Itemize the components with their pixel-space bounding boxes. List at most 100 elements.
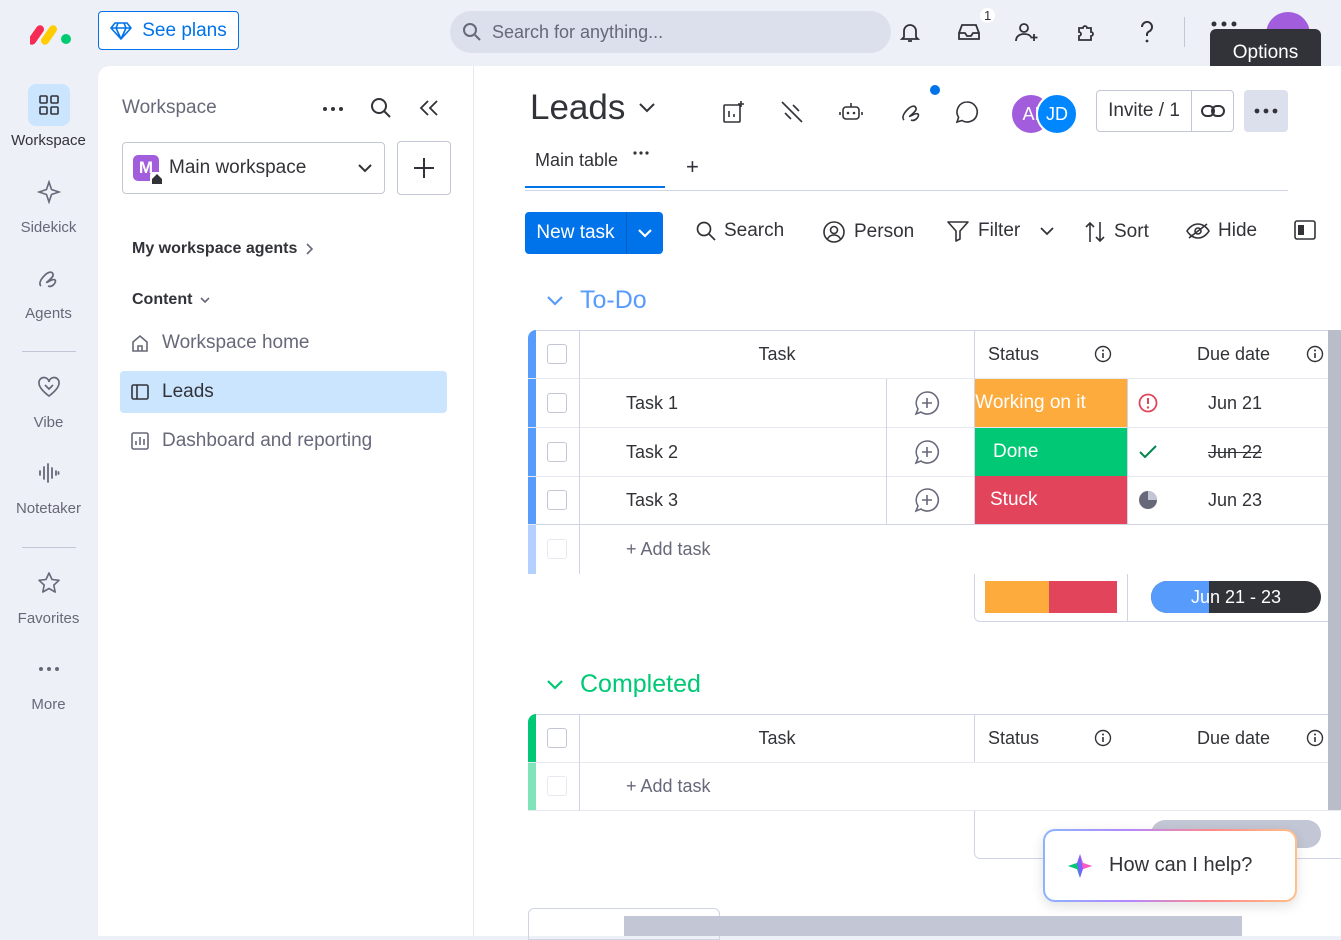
chat-bubble-icon[interactable]: [952, 97, 982, 127]
row-checkbox[interactable]: [547, 428, 569, 476]
row-checkbox[interactable]: [547, 476, 569, 524]
add-update-icon[interactable]: [914, 428, 944, 476]
board-title[interactable]: Leads: [530, 88, 656, 128]
content-section-label: Content: [132, 291, 193, 308]
bell-icon[interactable]: [896, 18, 924, 46]
table-row[interactable]: Task 1 Working on it Jun 21: [528, 379, 1341, 428]
column-header-status[interactable]: Status: [988, 714, 1098, 762]
puzzle-icon[interactable]: [1073, 18, 1101, 46]
due-date[interactable]: Jun 22: [1208, 428, 1298, 476]
options-button[interactable]: [1244, 90, 1288, 132]
table-row[interactable]: Task 2 Done Jun 22: [528, 428, 1341, 477]
ai-board-icon[interactable]: [719, 97, 749, 127]
add-task-input[interactable]: + Add task: [626, 762, 926, 810]
status-cell[interactable]: Working on it: [974, 379, 1127, 427]
add-task-row[interactable]: + Add task: [528, 525, 1341, 573]
content-section-toggle[interactable]: Content: [132, 291, 211, 309]
group-header-completed[interactable]: Completed: [546, 670, 701, 699]
add-item-button[interactable]: [397, 141, 451, 195]
status-summary-working[interactable]: [985, 581, 1049, 613]
chevron-down-icon[interactable]: [627, 212, 663, 254]
info-icon[interactable]: [1094, 330, 1124, 378]
monday-logo[interactable]: [30, 18, 74, 48]
due-date[interactable]: Jun 23: [1208, 476, 1298, 524]
assistant-prompt[interactable]: How can I help?: [1043, 829, 1297, 902]
nav-item-dashboard[interactable]: Dashboard and reporting: [120, 420, 447, 462]
group-header-todo[interactable]: To-Do: [546, 286, 647, 315]
chevron-down-icon[interactable]: [546, 295, 564, 307]
nav-item-workspace-home[interactable]: Workspace home: [120, 322, 447, 364]
column-header-task[interactable]: Task: [580, 714, 974, 762]
tab-main-table[interactable]: Main table: [525, 150, 665, 188]
toolbar-layout-button[interactable]: [1294, 220, 1316, 240]
row-checkbox[interactable]: [547, 379, 569, 427]
status-label: Working on it: [975, 392, 1086, 413]
status-cell[interactable]: Stuck: [974, 476, 1127, 524]
horizontal-scrollbar[interactable]: [624, 916, 1242, 936]
add-update-icon[interactable]: [914, 476, 944, 524]
add-view-button[interactable]: +: [686, 154, 699, 180]
table-row[interactable]: Task 3 Stuck Jun 23: [528, 476, 1341, 525]
add-update-icon[interactable]: [914, 379, 944, 427]
rail-item-favorites[interactable]: Favorites: [0, 562, 97, 627]
timeline-range-label: Jun 21 - 23: [1190, 586, 1282, 607]
toolbar-search-button[interactable]: Search: [696, 220, 784, 242]
rail-item-agents[interactable]: Agents: [0, 257, 97, 322]
chevron-down-icon[interactable]: [1040, 226, 1054, 236]
invite-members-icon[interactable]: [1013, 18, 1041, 46]
add-task-input[interactable]: + Add task: [626, 525, 926, 573]
chevron-down-icon[interactable]: [546, 679, 564, 691]
invite-label: Invite / 1: [1097, 91, 1192, 131]
automation-robot-icon[interactable]: [836, 97, 866, 127]
task-name[interactable]: Task 3: [626, 476, 876, 524]
rail-label-workspace: Workspace: [11, 132, 86, 149]
global-search-placeholder: Search for anything...: [492, 21, 664, 42]
toolbar-hide-button[interactable]: Hide: [1186, 220, 1257, 242]
agents-board-icon[interactable]: [896, 97, 926, 127]
select-all-checkbox[interactable]: [547, 330, 569, 378]
add-task-row[interactable]: + Add task: [528, 762, 1341, 811]
filter-icon: [946, 220, 970, 242]
topbar-divider: [1184, 17, 1185, 47]
see-plans-button[interactable]: See plans: [98, 11, 239, 50]
status-cell[interactable]: Done: [974, 428, 1127, 476]
nav-item-leads[interactable]: Leads: [120, 371, 447, 413]
toolbar-person-button[interactable]: Person: [822, 220, 914, 244]
status-summary-stuck[interactable]: [1049, 581, 1117, 613]
invite-button[interactable]: Invite / 1: [1096, 90, 1234, 132]
select-all-checkbox[interactable]: [547, 714, 569, 762]
task-name[interactable]: Task 2: [626, 428, 876, 476]
column-header-task[interactable]: Task: [580, 330, 974, 378]
column-header-status[interactable]: Status: [988, 330, 1098, 378]
workspace-more-icon[interactable]: [321, 100, 345, 118]
integrations-icon[interactable]: [777, 97, 807, 127]
board-title-text: Leads: [530, 88, 626, 127]
column-header-due-date[interactable]: Due date: [1197, 714, 1307, 762]
due-date[interactable]: Jun 21: [1208, 379, 1298, 427]
timeline-summary[interactable]: Jun 21 - 23: [1151, 581, 1321, 613]
new-task-button[interactable]: New task: [525, 212, 663, 254]
nav-label: Workspace home: [162, 332, 310, 353]
help-icon[interactable]: [1133, 18, 1161, 46]
rail-item-vibe[interactable]: Vibe: [0, 366, 97, 431]
collapse-panel-icon[interactable]: [418, 98, 440, 118]
toolbar-sort-button[interactable]: Sort: [1084, 220, 1149, 244]
rail-item-more[interactable]: More: [0, 648, 97, 713]
column-header-due-date[interactable]: Due date: [1197, 330, 1307, 378]
avatar-jd[interactable]: JD: [1036, 93, 1078, 135]
rail-item-workspace[interactable]: Workspace: [0, 84, 97, 149]
info-icon[interactable]: [1094, 714, 1124, 762]
vertical-scrollbar[interactable]: [1328, 330, 1341, 810]
workspace-agents-link[interactable]: My workspace agents: [132, 240, 314, 258]
workspace-search-icon[interactable]: [370, 97, 392, 119]
global-search-input[interactable]: Search for anything...: [450, 11, 891, 53]
link-icon[interactable]: [1192, 104, 1233, 118]
rail-item-notetaker[interactable]: Notetaker: [0, 452, 97, 517]
task-name[interactable]: Task 1: [626, 379, 876, 427]
sparkle-icon: [1067, 853, 1093, 879]
tab-more-icon[interactable]: [632, 148, 650, 158]
toolbar-filter-button[interactable]: Filter: [946, 220, 1054, 242]
workspace-selector[interactable]: M Main workspace: [122, 142, 385, 194]
rail-item-sidekick[interactable]: Sidekick: [0, 171, 97, 236]
inbox-icon[interactable]: [955, 18, 983, 46]
